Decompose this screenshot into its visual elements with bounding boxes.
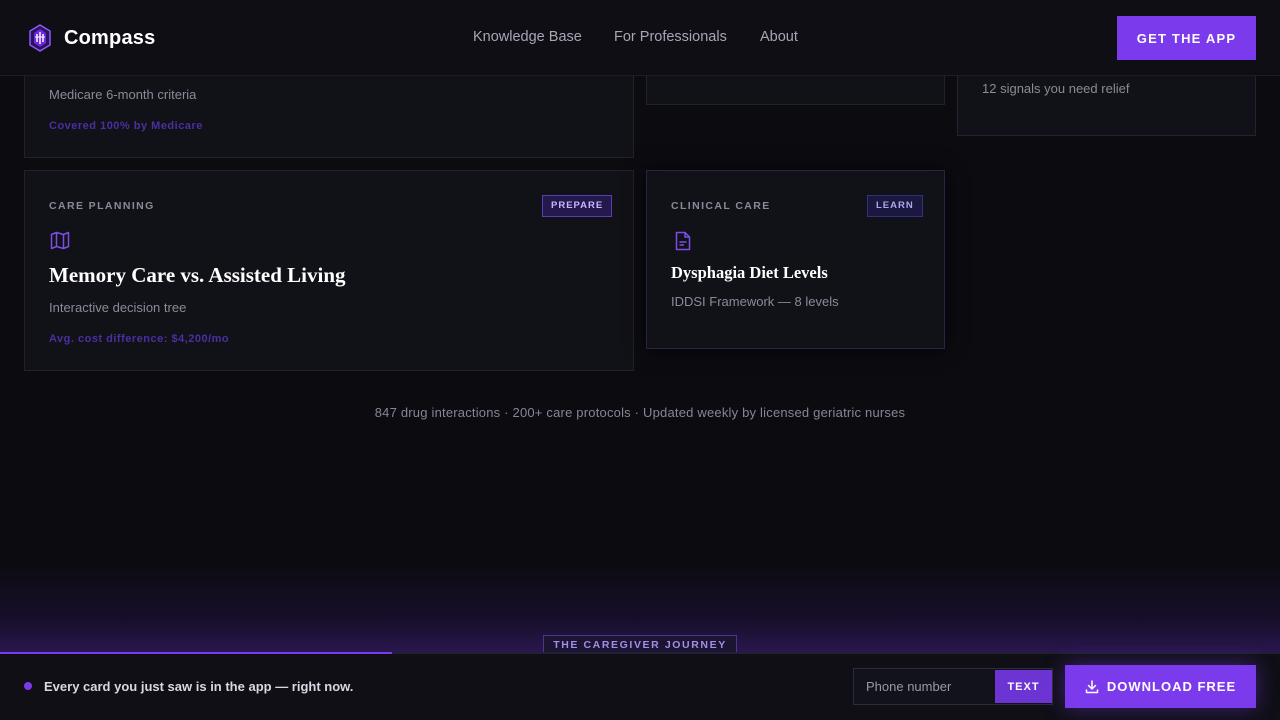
card-subtitle: Interactive decision tree	[49, 300, 187, 315]
card-subtitle: IDDSI Framework — 8 levels	[671, 294, 839, 309]
stats-line: 847 drug interactions · 200+ care protoc…	[374, 405, 906, 420]
prepare-badge: PREPARE	[542, 195, 613, 217]
text-link-button[interactable]: TEXT	[995, 670, 1052, 703]
card-subtitle: 12 signals you need relief	[982, 81, 1130, 96]
nav-link-for-professionals[interactable]: For Professionals	[614, 29, 727, 45]
card-title: Dysphagia Diet Levels	[671, 263, 828, 282]
status-dot	[24, 682, 32, 690]
compass-logo-icon	[29, 24, 51, 52]
brand-name: Compass	[64, 26, 156, 49]
resource-card-dysphagia[interactable]: CLINICAL CARE LEARN Dysphagia Diet Level…	[646, 170, 945, 349]
brand-logo[interactable]: Compass	[28, 24, 155, 52]
learn-badge: LEARN	[867, 195, 923, 217]
phone-number-input[interactable]	[854, 669, 994, 704]
bar-message: Every card you just saw is in the app — …	[44, 679, 354, 694]
site-header: Compass Knowledge Base For Professionals…	[0, 0, 1280, 76]
resource-card-memory-care[interactable]: CARE PLANNING PREPARE Memory Care vs. As…	[24, 170, 634, 371]
scroll-progress-fill	[0, 652, 392, 654]
phone-form: TEXT	[853, 668, 1053, 705]
download-free-button[interactable]: DOWNLOAD FREE	[1065, 665, 1256, 708]
nav-link-knowledge-base[interactable]: Knowledge Base	[473, 29, 582, 45]
card-subtitle: Medicare 6-month criteria	[49, 87, 197, 102]
card-category: CARE PLANNING	[49, 200, 155, 212]
download-button-label: DOWNLOAD FREE	[1106, 679, 1237, 694]
nav-link-about[interactable]: About	[760, 29, 798, 45]
card-category: CLINICAL CARE	[671, 200, 771, 212]
card-title: Memory Care vs. Assisted Living	[49, 263, 346, 287]
document-icon	[675, 231, 691, 251]
map-icon	[50, 231, 70, 250]
download-icon	[1085, 679, 1099, 693]
card-note: Avg. cost difference: $4,200/mo	[49, 333, 230, 345]
card-note: Covered 100% by Medicare	[49, 120, 203, 132]
get-the-app-button[interactable]: GET THE APP	[1117, 16, 1256, 60]
main-nav: Knowledge Base For Professionals About	[0, 29, 1280, 49]
